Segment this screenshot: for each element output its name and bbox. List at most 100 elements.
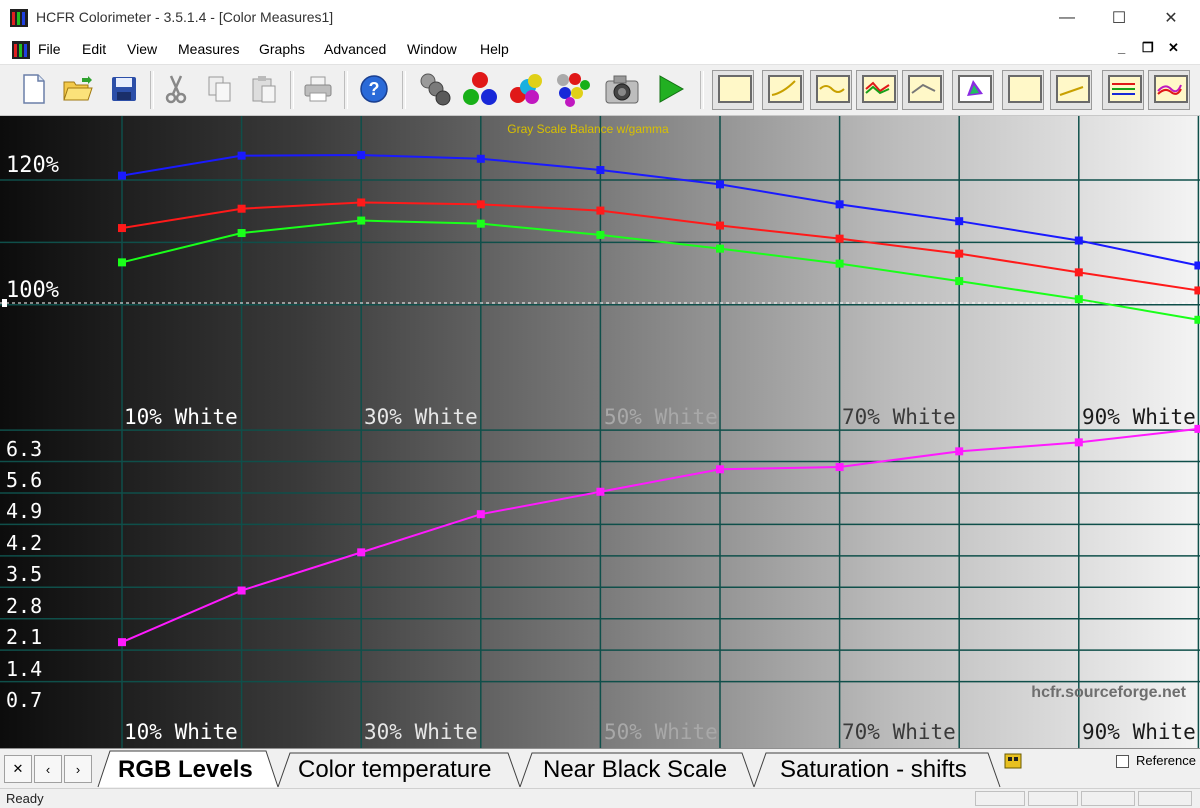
data-point-blue-70 bbox=[835, 200, 844, 209]
graph-view-10-button[interactable] bbox=[1148, 70, 1190, 110]
copy-icon[interactable] bbox=[202, 71, 238, 107]
y-tick-label-2-8: 2.8 bbox=[6, 594, 42, 618]
data-point-blue-50 bbox=[596, 166, 605, 175]
reference-label: Reference bbox=[1136, 753, 1196, 768]
data-point-red-40 bbox=[476, 200, 485, 209]
y-tick-label-0-7: 0.7 bbox=[6, 688, 42, 712]
toolbar-separator bbox=[344, 71, 348, 109]
graph-view-7-button[interactable] bbox=[1002, 70, 1044, 110]
data-point-red-70 bbox=[835, 234, 844, 243]
mdi-minimize-button[interactable]: _ bbox=[1118, 40, 1125, 55]
menu-graphs[interactable]: Graphs bbox=[259, 41, 305, 57]
menu-edit[interactable]: Edit bbox=[82, 41, 106, 57]
graph-view-1-button[interactable] bbox=[712, 70, 754, 110]
app-logo-icon bbox=[10, 9, 28, 27]
menu-measures[interactable]: Measures bbox=[178, 41, 239, 57]
toolbar: ? bbox=[0, 65, 1200, 116]
status-pane bbox=[975, 791, 1025, 806]
cut-icon[interactable] bbox=[158, 71, 194, 107]
data-point-magenta-50 bbox=[596, 487, 605, 496]
menu-bar: File Edit View Measures Graphs Advanced … bbox=[0, 36, 1200, 65]
data-point-red-60 bbox=[716, 221, 724, 230]
close-tab-button[interactable]: ✕ bbox=[4, 755, 32, 783]
y-tick-label-4-2: 4.2 bbox=[6, 531, 42, 555]
tab-scroll-left-button[interactable]: ‹ bbox=[34, 755, 62, 783]
y-tick-label-120: 120% bbox=[6, 153, 59, 178]
svg-text:?: ? bbox=[369, 79, 380, 99]
data-point-blue-90 bbox=[1074, 236, 1083, 245]
data-point-green-70 bbox=[835, 259, 844, 268]
y-tick-label-100: 100% bbox=[6, 278, 59, 303]
menu-view[interactable]: View bbox=[127, 41, 157, 57]
y-tick-label-3-5: 3.5 bbox=[6, 562, 42, 586]
toolbar-separator bbox=[150, 71, 154, 109]
status-text: Ready bbox=[6, 791, 44, 806]
color-balls-icon[interactable] bbox=[508, 71, 544, 107]
y-tick-label-4-9: 4.9 bbox=[6, 499, 42, 523]
menu-help[interactable]: Help bbox=[480, 41, 509, 57]
menu-window[interactable]: Window bbox=[407, 41, 457, 57]
data-point-magenta-70 bbox=[835, 463, 844, 472]
mdi-restore-button[interactable]: ❐ bbox=[1142, 40, 1154, 56]
y-tick-label-1-4: 1.4 bbox=[6, 657, 42, 681]
toolbar-separator bbox=[290, 71, 294, 109]
status-pane bbox=[1081, 791, 1135, 806]
x-tick-label-30: 30% White bbox=[364, 405, 478, 429]
title-bar: HCFR Colorimeter - 3.5.1.4 - [Color Meas… bbox=[0, 0, 1200, 36]
cie-chart-view-button[interactable] bbox=[952, 70, 994, 110]
graph-view-8-button[interactable] bbox=[1050, 70, 1092, 110]
save-icon[interactable] bbox=[106, 71, 142, 107]
status-bar: Ready bbox=[0, 788, 1200, 808]
reference-checkbox[interactable] bbox=[1116, 755, 1129, 768]
menu-advanced[interactable]: Advanced bbox=[324, 41, 386, 57]
data-point-green-40 bbox=[476, 219, 485, 228]
graph-view-4-button[interactable] bbox=[856, 70, 898, 110]
tabs-bar: ✕ ‹ › RGB Levels Color temperature Near … bbox=[0, 748, 1200, 789]
mdi-close-button[interactable]: ✕ bbox=[1168, 40, 1179, 56]
camera-icon[interactable] bbox=[604, 71, 640, 107]
close-button[interactable]: ✕ bbox=[1148, 0, 1194, 36]
tab-scroll-right-button[interactable]: › bbox=[64, 755, 92, 783]
play-icon[interactable] bbox=[652, 71, 688, 107]
help-icon[interactable]: ? bbox=[356, 71, 392, 107]
y-tick-label-6-3: 6.3 bbox=[6, 437, 42, 461]
data-point-magenta-10 bbox=[118, 638, 126, 647]
multi-color-balls-icon[interactable] bbox=[554, 71, 590, 107]
data-point-green-20 bbox=[237, 229, 246, 238]
data-point-green-10 bbox=[118, 258, 126, 267]
paste-icon[interactable] bbox=[246, 71, 282, 107]
x-tick-label-90-bottom: 90% White bbox=[1082, 720, 1196, 744]
graph-view-5-button[interactable] bbox=[902, 70, 944, 110]
sensor-probe-icon[interactable] bbox=[416, 71, 452, 107]
maximize-button[interactable]: ☐ bbox=[1096, 0, 1142, 36]
print-icon[interactable] bbox=[300, 71, 336, 107]
new-document-icon[interactable] bbox=[16, 71, 52, 107]
status-pane bbox=[1138, 791, 1192, 806]
data-point-blue-10 bbox=[118, 171, 126, 180]
data-point-red-90 bbox=[1074, 268, 1083, 277]
data-point-green-100 bbox=[1194, 315, 1200, 324]
graph-view-3-button[interactable] bbox=[810, 70, 852, 110]
data-point-red-50 bbox=[596, 206, 605, 215]
menu-file[interactable]: File bbox=[38, 41, 61, 57]
document-icon[interactable] bbox=[12, 41, 30, 59]
graph-area: Gray Scale Balance w/gamma 120% 100% 10%… bbox=[0, 116, 1200, 748]
open-folder-icon[interactable] bbox=[60, 71, 96, 107]
data-point-red-10 bbox=[118, 224, 126, 233]
pin-icon[interactable] bbox=[1004, 753, 1022, 769]
window-title: HCFR Colorimeter - 3.5.1.4 - [Color Meas… bbox=[36, 9, 334, 25]
data-point-blue-60 bbox=[716, 180, 724, 189]
rgb-balls-icon[interactable] bbox=[462, 71, 498, 107]
status-pane bbox=[1028, 791, 1078, 806]
x-tick-label-90: 90% White bbox=[1082, 405, 1196, 429]
chart-title: Gray Scale Balance w/gamma bbox=[507, 122, 669, 136]
minimize-button[interactable]: — bbox=[1044, 0, 1090, 36]
data-point-magenta-60 bbox=[716, 465, 724, 474]
tab-saturation-shifts[interactable]: Saturation - shifts bbox=[780, 753, 967, 787]
tab-color-temperature[interactable]: Color temperature bbox=[298, 753, 491, 787]
tab-near-black-scale[interactable]: Near Black Scale bbox=[543, 753, 727, 787]
graph-view-9-button[interactable] bbox=[1102, 70, 1144, 110]
graph-view-2-button[interactable] bbox=[762, 70, 804, 110]
tab-rgb-levels[interactable]: RGB Levels bbox=[118, 753, 253, 787]
data-point-green-80 bbox=[955, 277, 964, 286]
